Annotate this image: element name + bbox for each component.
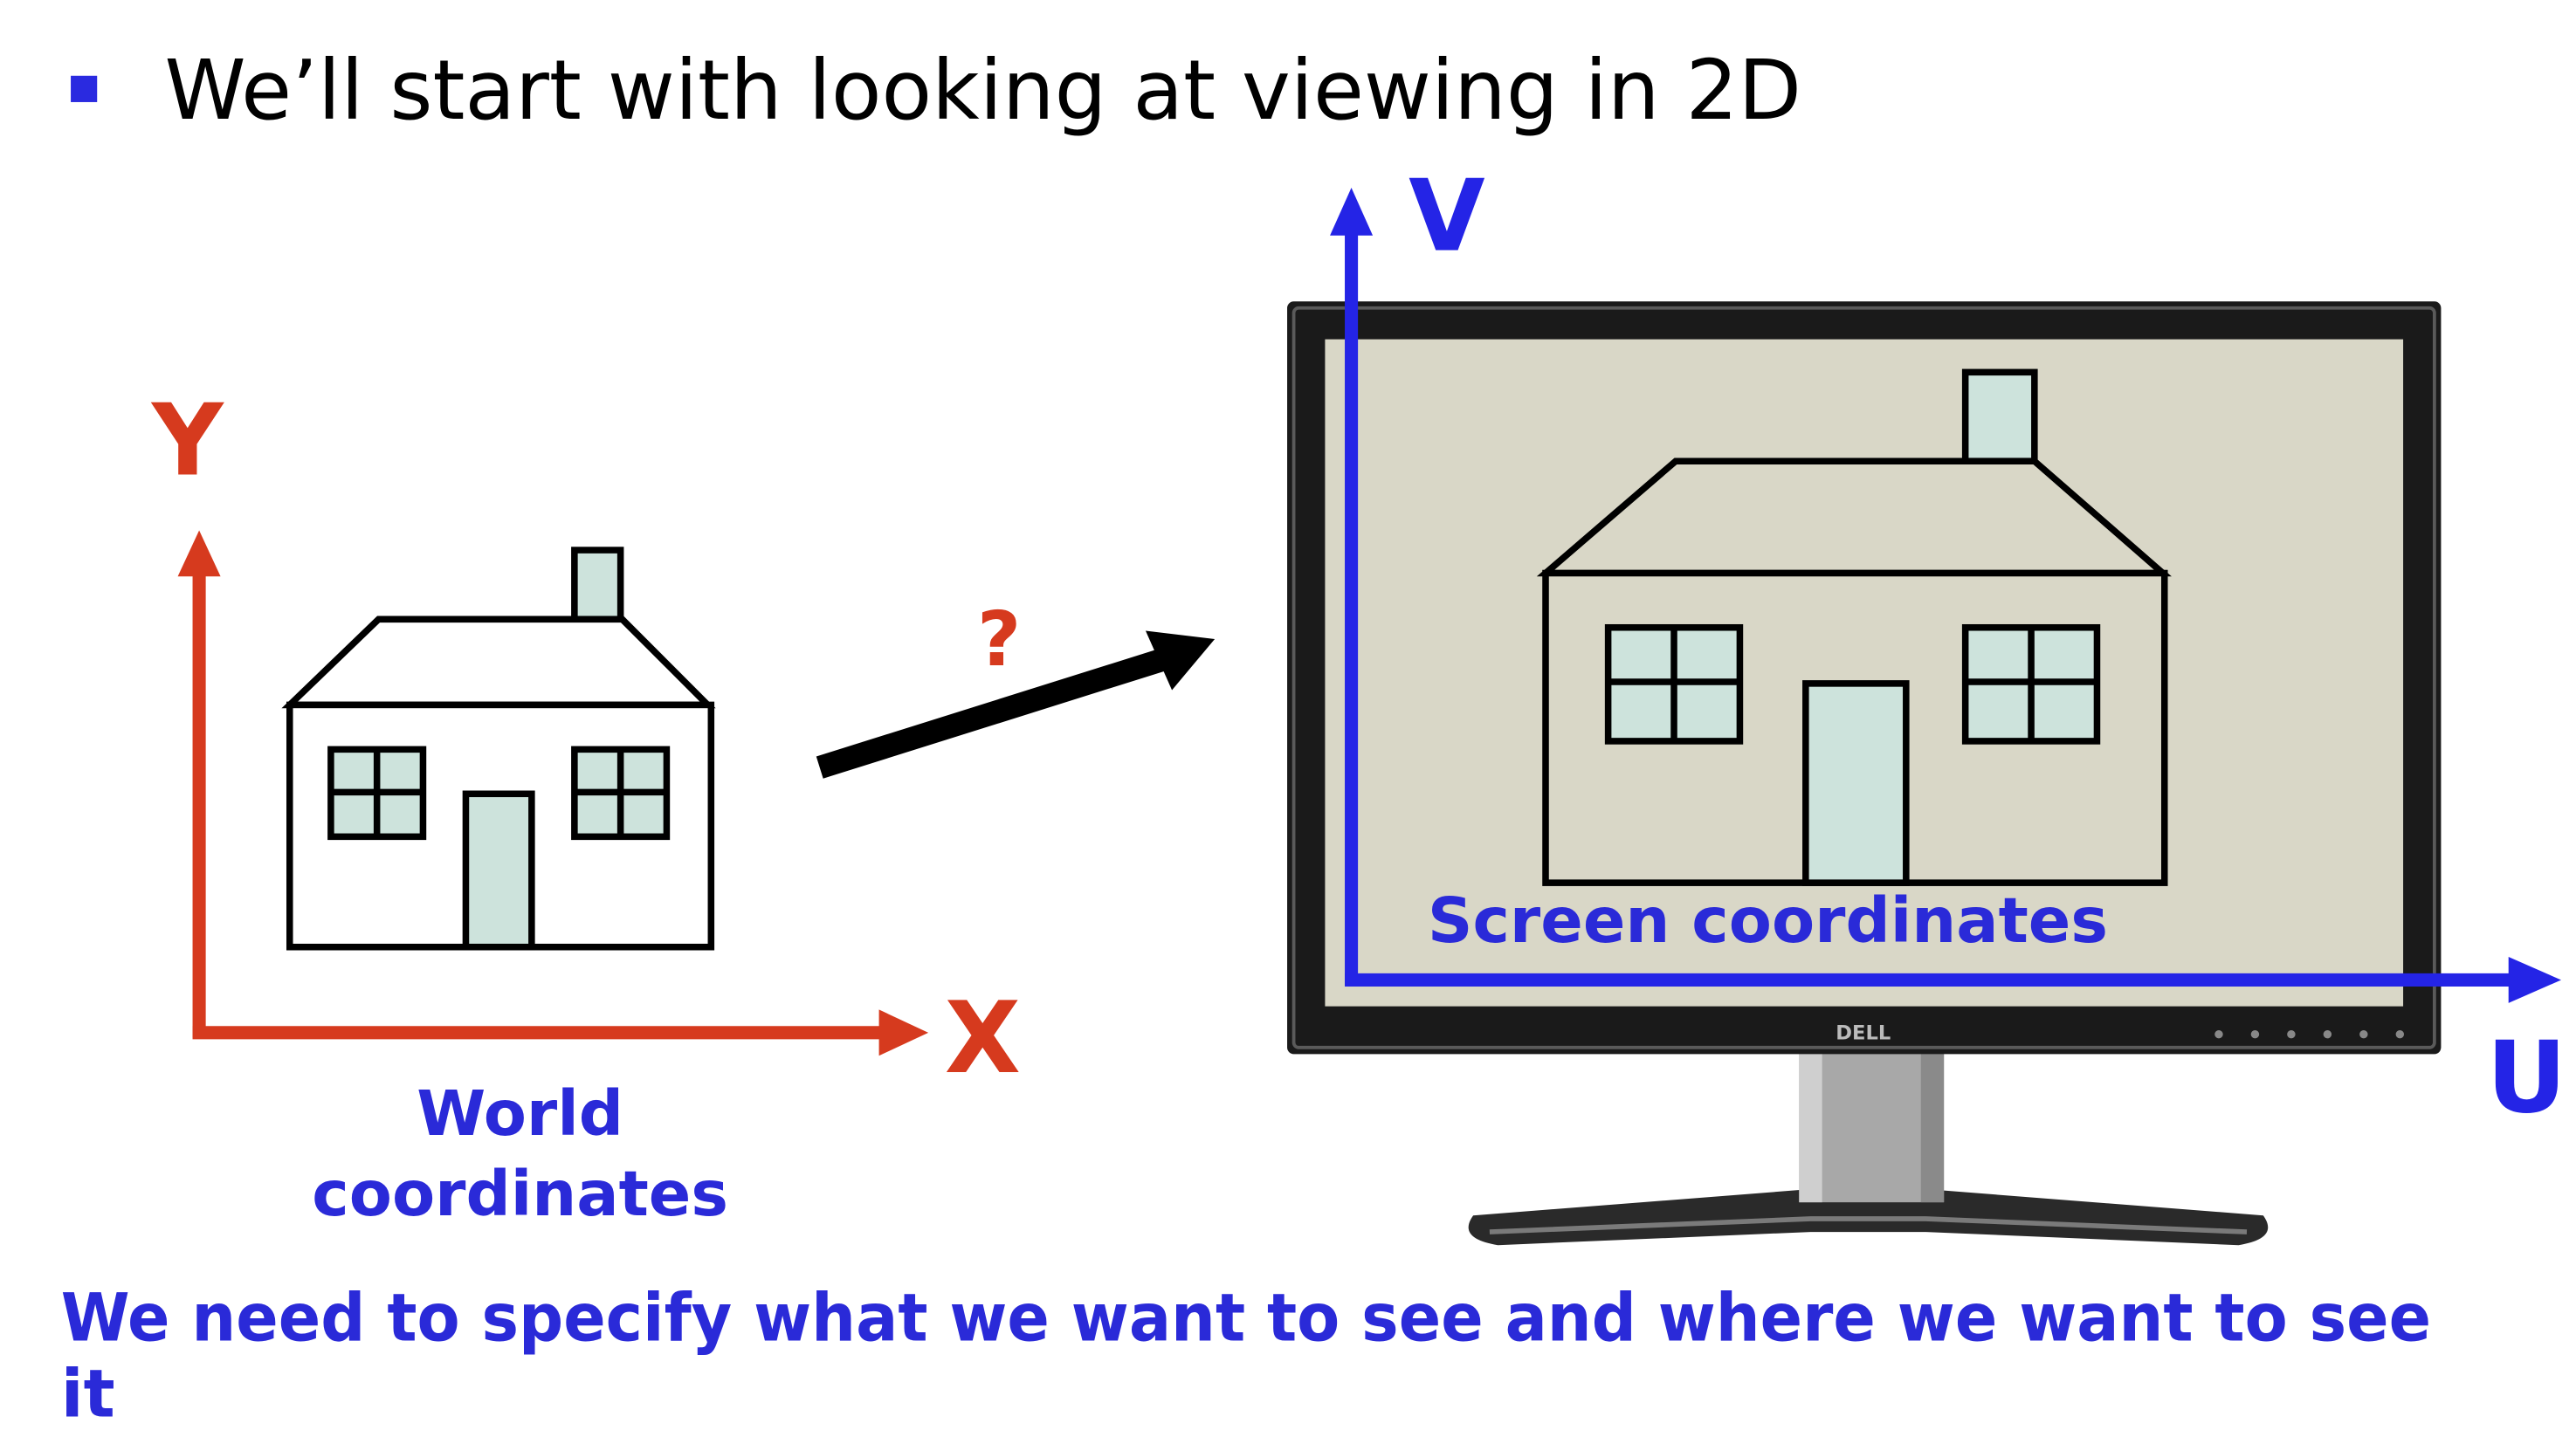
world-house (281, 547, 716, 951)
world-house-window-left (327, 746, 427, 841)
world-house-chimney (571, 547, 624, 623)
world-x-label: X (945, 980, 1021, 1096)
world-caption-line1: World (417, 1076, 623, 1150)
screen-house-door (1802, 680, 1910, 886)
world-y-label: Y (150, 382, 225, 498)
world-caption-line2: coordinates (312, 1157, 728, 1230)
world-house-window-right (571, 746, 671, 841)
screen-house-chimney (1961, 368, 2038, 464)
monitor-brand-logo: DELL (1836, 1021, 1891, 1044)
world-y-arrowhead (177, 530, 221, 577)
footer-text-line2: it (61, 1355, 115, 1432)
screen-v-label: V (1409, 159, 1485, 274)
transform-question-mark: ? (977, 595, 1021, 684)
footer-text-line1: We need to specify what we want to see a… (61, 1280, 2431, 1357)
bullet-text: We’ll start with looking at viewing in 2… (164, 43, 1801, 139)
slide-canvas: We’ll start with looking at viewing in 2… (61, 43, 2567, 1433)
screen-caption: Screen coordinates (1428, 884, 2108, 957)
world-x-arrowhead (878, 1009, 929, 1056)
screen-u-label: U (2487, 1020, 2567, 1135)
world-house-roof (281, 615, 716, 709)
screen-u-arrowhead (2508, 957, 2562, 1003)
bullet-marker (71, 75, 98, 102)
world-house-door (462, 790, 535, 951)
screen-house-window-right (1961, 623, 2101, 745)
screen-v-arrowhead (1330, 188, 1374, 236)
screen-house-window-left (1604, 623, 1744, 745)
